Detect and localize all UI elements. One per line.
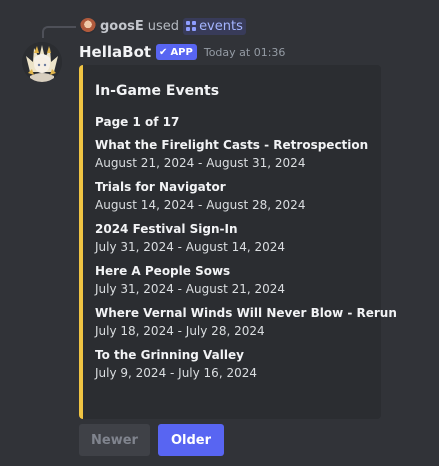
event-dates: July 9, 2024 - July 16, 2024 bbox=[95, 366, 257, 380]
event-name: Here A People Sows bbox=[95, 264, 231, 278]
event-item: Here A People Sows July 31, 2024 - Augus… bbox=[95, 262, 367, 299]
event-name: Where Vernal Winds Will Never Blow - Rer… bbox=[95, 306, 397, 320]
event-item: What the Firelight Casts - Retrospection… bbox=[95, 136, 369, 173]
embed-page-indicator: Page 1 of 17 bbox=[95, 115, 180, 129]
embed-title: In-Game Events bbox=[95, 83, 220, 99]
event-dates: August 14, 2024 - August 28, 2024 bbox=[95, 198, 306, 212]
command-reply-line: goosE used events bbox=[80, 17, 246, 35]
command-name: events bbox=[199, 18, 243, 34]
older-button[interactable]: Older bbox=[158, 424, 224, 456]
bot-avatar[interactable] bbox=[22, 42, 62, 82]
event-name: To the Grinning Valley bbox=[95, 348, 244, 362]
event-dates: August 21, 2024 - August 31, 2024 bbox=[95, 156, 306, 170]
reply-username[interactable]: goosE bbox=[100, 19, 144, 34]
bot-username[interactable]: HellaBot bbox=[79, 43, 151, 61]
check-icon: ✔ bbox=[159, 46, 168, 58]
event-item: Where Vernal Winds Will Never Blow - Rer… bbox=[95, 304, 397, 341]
events-embed: In-Game Events Page 1 of 17 What the Fir… bbox=[79, 65, 397, 419]
reply-used-text: used bbox=[147, 18, 180, 34]
app-badge: ✔ APP bbox=[156, 44, 197, 60]
user-avatar[interactable] bbox=[80, 18, 96, 34]
event-name: 2024 Festival Sign-In bbox=[95, 222, 238, 236]
message-header: HellaBot ✔ APP Today at 01:36 bbox=[79, 41, 285, 63]
message-timestamp: Today at 01:36 bbox=[203, 45, 286, 59]
command-mention[interactable]: events bbox=[183, 17, 246, 35]
event-dates: July 31, 2024 - August 21, 2024 bbox=[95, 282, 286, 296]
event-dates: July 18, 2024 - July 28, 2024 bbox=[95, 324, 265, 338]
reply-spine bbox=[42, 26, 76, 38]
event-item: 2024 Festival Sign-In July 31, 2024 - Au… bbox=[95, 220, 367, 257]
newer-button[interactable]: Newer bbox=[79, 424, 150, 456]
event-name: Trials for Navigator bbox=[95, 180, 226, 194]
app-badge-label: APP bbox=[170, 46, 193, 58]
event-dates: July 31, 2024 - August 14, 2024 bbox=[95, 240, 286, 254]
slash-command-icon bbox=[186, 21, 197, 31]
event-item: To the Grinning Valley July 9, 2024 - Ju… bbox=[95, 346, 367, 383]
event-item: Trials for Navigator August 14, 2024 - A… bbox=[95, 178, 367, 215]
event-name: What the Firelight Casts - Retrospection bbox=[95, 138, 369, 152]
